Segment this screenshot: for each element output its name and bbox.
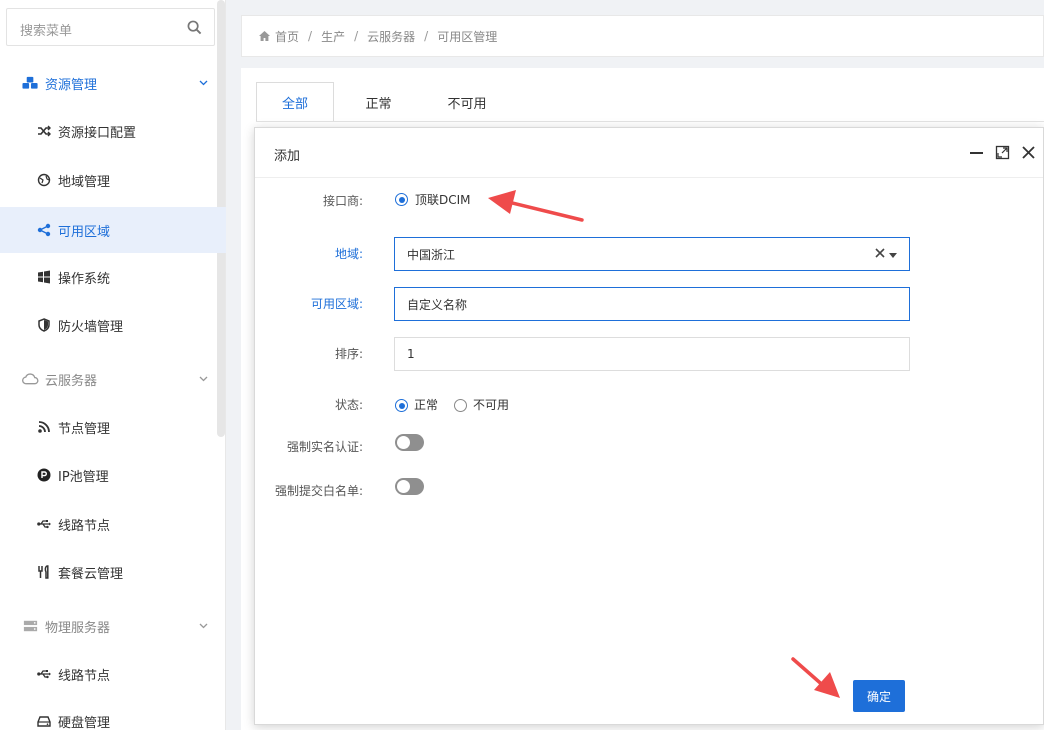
sidebar-item-disk[interactable]: 硬盘管理 [0,698,226,730]
add-dialog: 添加 接口商: 顶联DCIM 地域: 中国浙江 可用区域: 自定义名称 排序: … [254,127,1044,725]
maximize-icon[interactable] [995,145,1010,160]
menu-group-label: 资源管理 [45,77,98,93]
shuffle-icon [38,125,51,137]
server-icon [23,620,38,632]
home-icon [259,31,270,41]
sidebar-item-label: 硬盘管理 [58,715,111,730]
sidebar-item-resource-interface[interactable]: 资源接口配置 [0,108,226,154]
dialog-header: 添加 [255,128,1043,178]
menu-group-cloud-server[interactable]: 云服务器 [0,356,216,402]
breadcrumb-separator: / [354,29,359,43]
force-realname-toggle[interactable] [395,434,424,451]
hdd-icon [37,716,51,727]
sidebar-item-label: 线路节点 [58,668,111,684]
menu-search-placeholder: 搜索菜单 [20,24,73,39]
sort-label: 排序: [334,347,363,361]
region-select[interactable]: 中国浙江 [394,237,910,271]
zone-name-input[interactable]: 自定义名称 [394,287,910,321]
search-icon[interactable] [187,20,202,35]
provider-option-label[interactable]: 顶联DCIM [415,191,471,208]
clear-icon[interactable] [875,248,885,258]
share-icon [37,223,51,237]
force-whitelist-toggle[interactable] [395,478,424,495]
tab-all[interactable]: 全部 [256,82,334,122]
sidebar-item-label: 可用区域 [58,224,111,240]
sort-input-value: 1 [407,347,415,361]
confirm-button[interactable]: 确定 [853,680,905,712]
sidebar-item-line-node-physical[interactable]: 线路节点 [0,651,226,697]
tab-normal[interactable]: 正常 [351,82,406,122]
provider-label: 接口商: [322,194,363,208]
breadcrumb-cloud-server[interactable]: 云服务器 [367,28,415,45]
tab-divider [256,121,1044,122]
sidebar: 搜索菜单 资源管理 资源接口配置 地域管理 可用区域 操作系统 防火墙管理 云服… [0,0,226,730]
sidebar-item-region[interactable]: 地域管理 [0,157,226,203]
sidebar-item-label: 操作系统 [58,271,111,287]
sidebar-item-os[interactable]: 操作系统 [0,254,226,300]
chevron-down-icon [199,376,208,382]
rss-icon [38,421,50,433]
sidebar-item-ip-pool[interactable]: IP池管理 [0,452,226,498]
usb-icon [37,520,51,529]
chevron-down-icon [199,80,208,86]
minimize-icon[interactable] [969,145,984,160]
close-icon[interactable] [1021,145,1036,160]
shield-icon [38,318,50,332]
zone-label: 可用区域: [310,297,363,311]
menu-group-label: 物理服务器 [45,620,111,636]
chevron-down-icon [199,623,208,629]
status-radio-normal[interactable] [395,399,408,412]
status-radio-unavailable[interactable] [454,399,467,412]
usb-icon [37,670,51,679]
sidebar-item-firewall[interactable]: 防火墙管理 [0,302,226,348]
force-whitelist-label: 强制提交白名单: [274,484,363,498]
provider-radio[interactable] [395,193,408,206]
status-option-unavailable[interactable]: 不可用 [473,396,509,413]
menu-group-physical-server[interactable]: 物理服务器 [0,603,216,649]
sidebar-item-label: IP池管理 [58,469,109,485]
sidebar-item-availability-zone[interactable]: 可用区域 [0,207,226,253]
breadcrumb-separator: / [424,29,429,43]
windows-icon [38,270,50,284]
menu-group-label: 云服务器 [45,373,98,389]
breadcrumb-home[interactable]: 首页 [275,28,299,45]
breadcrumb-current: 可用区管理 [437,29,498,44]
dialog-title: 添加 [274,149,301,164]
tab-unavailable[interactable]: 不可用 [431,82,503,122]
breadcrumb: 首页 / 生产 / 云服务器 / 可用区管理 [241,15,1044,57]
status-option-normal[interactable]: 正常 [414,396,438,413]
sidebar-item-line-node[interactable]: 线路节点 [0,501,226,547]
zone-name-placeholder: 自定义名称 [407,297,468,312]
globe-icon [37,173,51,187]
cloud-icon [22,373,39,385]
sidebar-item-node[interactable]: 节点管理 [0,404,226,450]
region-label: 地域: [334,247,363,261]
breadcrumb-production[interactable]: 生产 [321,28,345,45]
product-hunt-icon [37,468,51,482]
sidebar-item-package-cloud[interactable]: 套餐云管理 [0,549,226,595]
sort-input[interactable]: 1 [394,337,910,371]
sidebar-item-label: 节点管理 [58,421,111,437]
caret-down-icon [889,253,897,258]
sidebar-item-label: 套餐云管理 [58,566,124,582]
sidebar-item-label: 地域管理 [58,174,111,190]
force-realname-label: 强制实名认证: [286,440,363,454]
sidebar-item-label: 线路节点 [58,518,111,534]
cubes-icon [22,76,38,89]
menu-group-resource[interactable]: 资源管理 [0,60,216,106]
sidebar-item-label: 资源接口配置 [58,125,137,141]
status-label: 状态: [334,398,363,412]
breadcrumb-separator: / [308,29,313,43]
menu-search-box[interactable]: 搜索菜单 [6,8,215,46]
cutlery-icon [38,565,49,579]
sidebar-item-label: 防火墙管理 [58,319,124,335]
region-select-value: 中国浙江 [407,247,456,262]
